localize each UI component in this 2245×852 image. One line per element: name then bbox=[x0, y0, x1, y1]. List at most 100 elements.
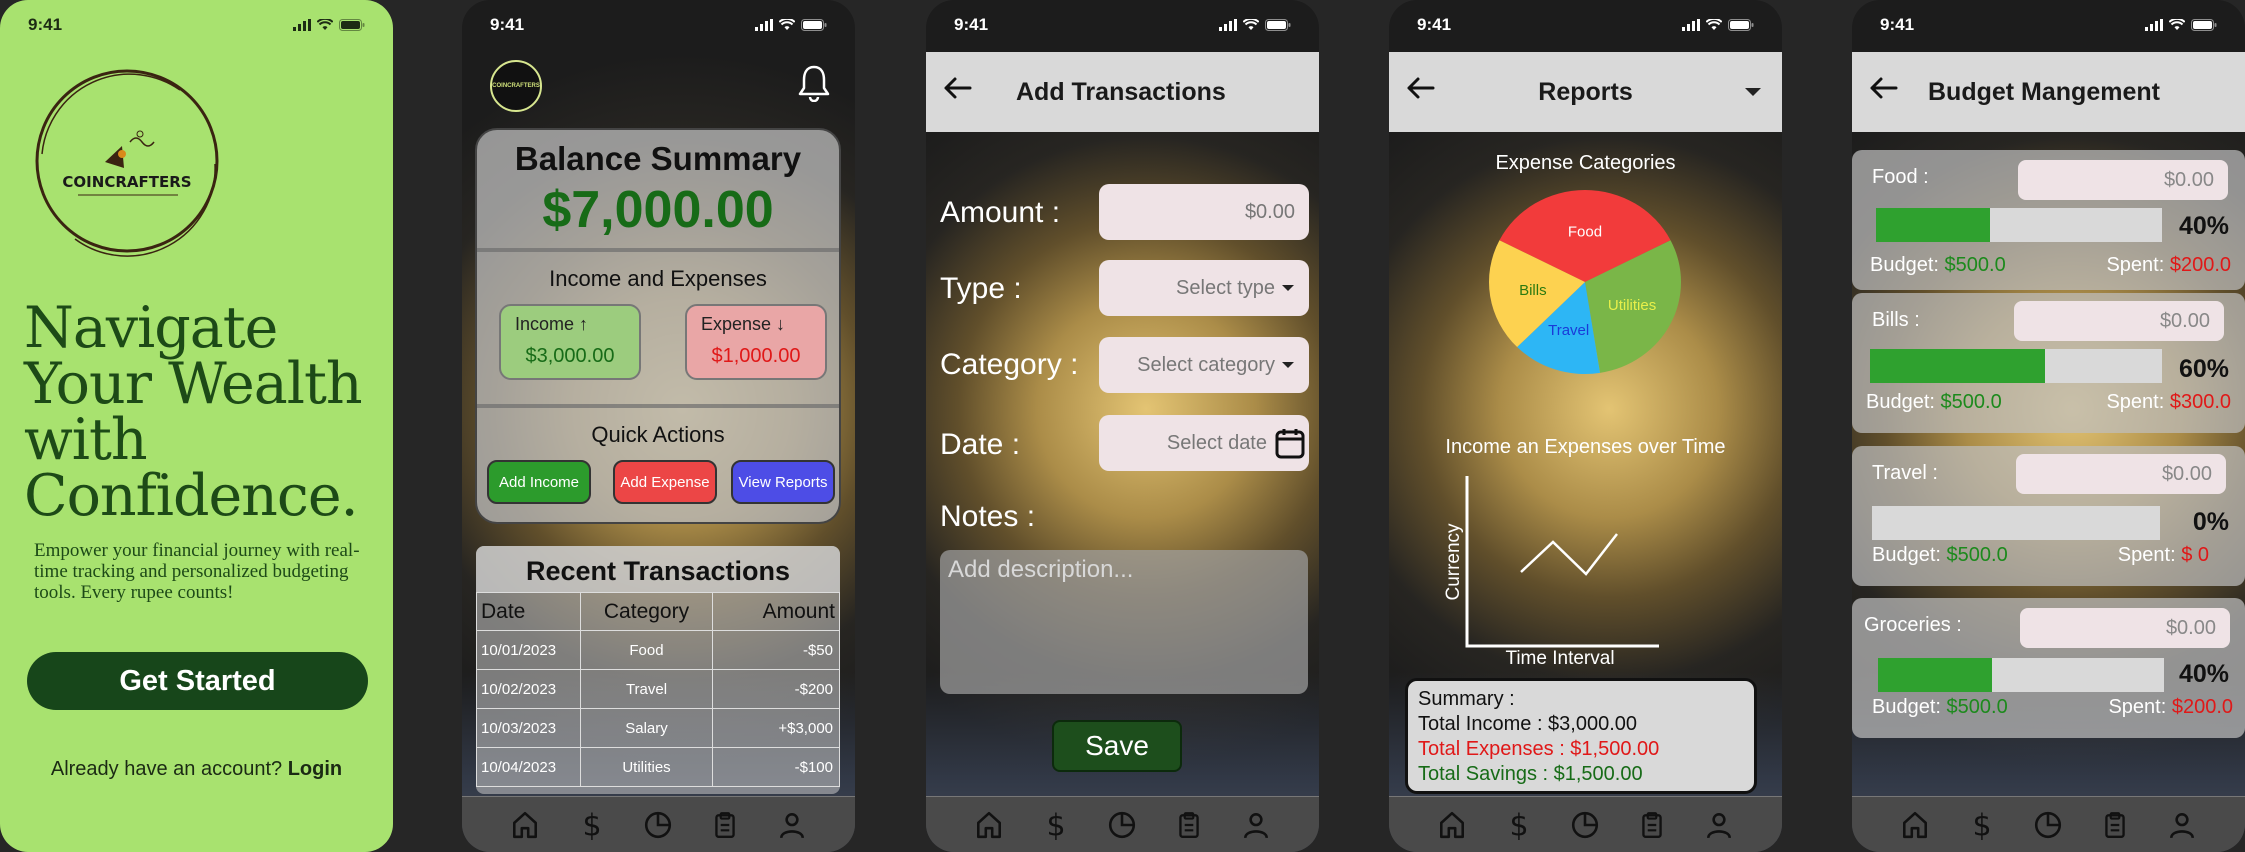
dropdown-icon[interactable] bbox=[1744, 86, 1762, 98]
battery-icon bbox=[1265, 19, 1291, 31]
headline-line: with bbox=[24, 407, 148, 473]
table-row[interactable]: 10/03/2023 Salary +$3,000 bbox=[476, 708, 840, 748]
status-time: 9:41 bbox=[954, 15, 989, 34]
wifi-icon bbox=[1243, 19, 1259, 31]
summary-box: Summary : Total Income : $3,000.00 Total… bbox=[1405, 678, 1757, 794]
chart-pie-icon[interactable] bbox=[1107, 810, 1137, 840]
recent-transactions-title: Recent Transactions bbox=[476, 546, 840, 592]
col-amount: Amount bbox=[712, 592, 840, 631]
headline-line: Your Wealth bbox=[24, 351, 363, 417]
login-prompt-text: Already have an account? bbox=[50, 758, 288, 780]
view-reports-button[interactable]: View Reports bbox=[731, 460, 835, 504]
type-select-value: Select type bbox=[1176, 276, 1275, 299]
wifi-icon bbox=[1706, 19, 1722, 31]
back-arrow-icon[interactable] bbox=[1868, 76, 1898, 100]
expense-pie-chart[interactable]: Food Utilities Travel Bills bbox=[1465, 182, 1705, 382]
chart-pie-icon[interactable] bbox=[643, 810, 673, 840]
date-label: Date : bbox=[940, 428, 1021, 461]
cell-amount: -$200 bbox=[712, 669, 840, 709]
chart-pie-icon[interactable] bbox=[1570, 810, 1600, 840]
back-arrow-icon[interactable] bbox=[942, 76, 972, 100]
budget-line: Budget: $500.0 bbox=[1872, 544, 2008, 567]
category-select[interactable]: Select category bbox=[1099, 337, 1309, 393]
dollar-icon[interactable] bbox=[1504, 810, 1534, 840]
date-picker[interactable]: Select date bbox=[1099, 415, 1309, 471]
signal-icon bbox=[755, 19, 773, 31]
clipboard-icon[interactable] bbox=[1637, 810, 1667, 840]
spent-label: Spent: bbox=[2106, 391, 2170, 413]
signal-icon bbox=[1219, 19, 1237, 31]
profile-icon[interactable] bbox=[1704, 810, 1734, 840]
budget-percent: 60% bbox=[2178, 355, 2229, 383]
spent-value: $ 0 bbox=[2181, 544, 2209, 566]
battery-icon bbox=[1728, 19, 1754, 31]
budget-management-screen: 9:41 Budget Mangement Food : $0.00 40% B… bbox=[1852, 0, 2245, 852]
home-icon[interactable] bbox=[1900, 810, 1930, 840]
amount-input[interactable]: $0.00 bbox=[1099, 184, 1309, 240]
budget-amount-input[interactable]: $0.00 bbox=[2018, 160, 2228, 200]
summary-title: Summary : bbox=[1418, 688, 1515, 710]
header-bar: Budget Mangement bbox=[1852, 52, 2245, 132]
spent-line: Spent: $200.0 bbox=[2108, 696, 2233, 719]
profile-icon[interactable] bbox=[1241, 810, 1271, 840]
caret-down-icon bbox=[1282, 285, 1294, 291]
dollar-icon[interactable] bbox=[577, 810, 607, 840]
budget-amount-input[interactable]: $0.00 bbox=[2016, 454, 2226, 494]
avatar[interactable]: COINCRAFTERS bbox=[490, 60, 542, 112]
chart-pie-icon[interactable] bbox=[2033, 810, 2063, 840]
notes-textarea[interactable]: Add description... bbox=[940, 550, 1308, 694]
income-expense-line-chart[interactable]: Currency Time Interval bbox=[1437, 470, 1697, 666]
transactions-table: Date Category Amount 10/01/2023 Food -$5… bbox=[476, 592, 840, 787]
income-expenses-title: Income and Expenses bbox=[549, 266, 767, 291]
back-arrow-icon[interactable] bbox=[1405, 76, 1435, 100]
col-date: Date bbox=[476, 592, 581, 631]
home-icon[interactable] bbox=[1437, 810, 1467, 840]
battery-icon bbox=[801, 19, 827, 31]
budget-category-name: Groceries : bbox=[1864, 614, 1962, 636]
save-button[interactable]: Save bbox=[1052, 720, 1182, 772]
dollar-icon[interactable] bbox=[1041, 810, 1071, 840]
income-box[interactable]: Income ↑ $3,000.00 bbox=[499, 304, 641, 380]
get-started-button[interactable]: Get Started bbox=[27, 652, 368, 710]
cell-category: Travel bbox=[580, 669, 713, 709]
login-link[interactable]: Login bbox=[288, 758, 342, 780]
clipboard-icon[interactable] bbox=[710, 810, 740, 840]
expense-box[interactable]: Expense ↓ $1,000.00 bbox=[685, 304, 827, 380]
budget-amount-input[interactable]: $0.00 bbox=[2020, 608, 2230, 648]
page-title: Reports bbox=[1538, 77, 1633, 106]
status-time: 9:41 bbox=[1417, 15, 1452, 34]
clipboard-icon[interactable] bbox=[2100, 810, 2130, 840]
profile-icon[interactable] bbox=[777, 810, 807, 840]
table-row[interactable]: 10/01/2023 Food -$50 bbox=[476, 630, 840, 670]
calendar-icon[interactable] bbox=[1275, 427, 1305, 459]
budget-value: $500.0 bbox=[1940, 391, 2002, 413]
balance-title: Balance Summary bbox=[514, 140, 802, 177]
bell-icon[interactable] bbox=[797, 64, 831, 102]
summary-expenses: Total Expenses : $1,500.00 bbox=[1418, 738, 1660, 760]
profile-icon[interactable] bbox=[2167, 810, 2197, 840]
add-expense-button[interactable]: Add Expense bbox=[613, 460, 717, 504]
spent-label: Spent: bbox=[2106, 254, 2170, 276]
table-row[interactable]: 10/02/2023 Travel -$200 bbox=[476, 669, 840, 709]
budget-progress-bar bbox=[1870, 349, 2162, 383]
pie-label-travel: Travel bbox=[1548, 322, 1589, 339]
income-label: Income ↑ bbox=[515, 314, 589, 334]
add-income-button[interactable]: Add Income bbox=[487, 460, 591, 504]
type-select[interactable]: Select type bbox=[1099, 260, 1309, 316]
caret-down-icon bbox=[1282, 362, 1294, 368]
budget-progress-fill bbox=[1878, 658, 1993, 692]
dollar-icon[interactable] bbox=[1967, 810, 1997, 840]
budget-amount-input[interactable]: $0.00 bbox=[2014, 301, 2224, 341]
home-icon[interactable] bbox=[510, 810, 540, 840]
status-time: 9:41 bbox=[28, 15, 63, 34]
clipboard-icon[interactable] bbox=[1174, 810, 1204, 840]
y-axis-label: Currency bbox=[1443, 523, 1464, 601]
status-bar: 9:41 bbox=[926, 14, 1319, 36]
page-title: Add Transactions bbox=[1016, 77, 1226, 106]
home-icon[interactable] bbox=[974, 810, 1004, 840]
recent-transactions-card: Recent Transactions Date Category Amount… bbox=[476, 546, 840, 794]
table-row[interactable]: 10/04/2023 Utilities -$100 bbox=[476, 747, 840, 787]
divider bbox=[477, 404, 839, 408]
page-title: Budget Mangement bbox=[1928, 77, 2160, 106]
signal-icon bbox=[2145, 19, 2163, 31]
